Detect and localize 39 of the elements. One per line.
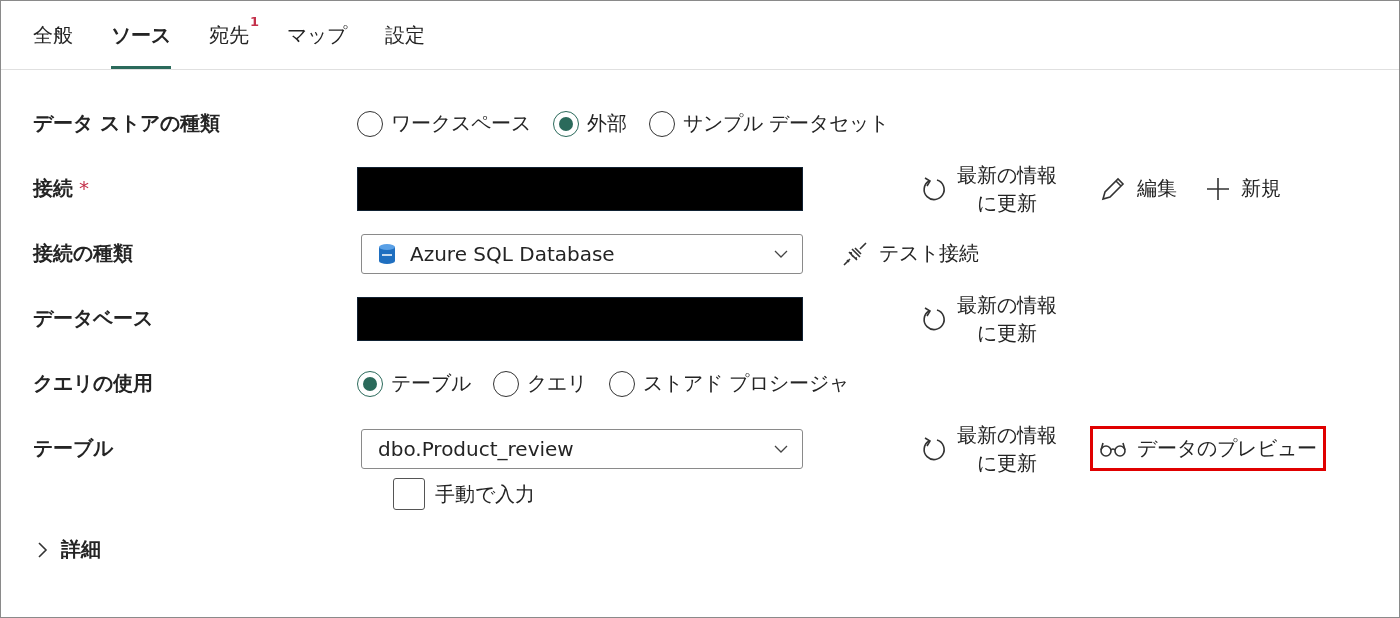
radio-option[interactable]: ワークスペース bbox=[357, 110, 531, 137]
radio-option[interactable]: サンプル データセット bbox=[649, 110, 890, 137]
field-label: データ ストアの種類 bbox=[33, 111, 220, 135]
checkbox[interactable] bbox=[393, 478, 425, 510]
refresh-button[interactable]: 最新の情報に更新 bbox=[915, 286, 1063, 351]
refresh-button[interactable]: 最新の情報に更新 bbox=[915, 416, 1063, 481]
details-expander[interactable]: 詳細 bbox=[35, 536, 101, 563]
field-label: 接続 bbox=[33, 176, 73, 200]
refresh-button[interactable]: 最新の情報に更新 bbox=[915, 156, 1063, 221]
refresh-icon bbox=[921, 174, 947, 203]
field-label: テーブル bbox=[33, 436, 113, 460]
field-label: 接続の種類 bbox=[33, 241, 133, 265]
field-label: データベース bbox=[33, 306, 153, 330]
refresh-icon bbox=[921, 304, 947, 333]
dropdown[interactable]: dbo.Product_review bbox=[361, 428, 803, 469]
tab[interactable]: 設定 bbox=[371, 1, 439, 69]
radio-option[interactable]: 外部 bbox=[553, 110, 627, 137]
plus-icon bbox=[1205, 175, 1231, 202]
tab[interactable]: 全般 bbox=[19, 1, 87, 69]
refresh-icon bbox=[921, 434, 947, 463]
preview-data-button[interactable]: データのプレビュー bbox=[1093, 429, 1323, 468]
tab[interactable]: ソース bbox=[97, 1, 185, 69]
tab[interactable]: マップ bbox=[273, 1, 361, 69]
chevron-down-icon bbox=[774, 249, 788, 258]
test-connection-button[interactable]: テスト接続 bbox=[835, 235, 985, 272]
notification-count: 1 bbox=[249, 14, 259, 29]
radio-option[interactable]: クエリ bbox=[493, 370, 587, 397]
field-label: クエリの使用 bbox=[33, 371, 153, 395]
plug-icon bbox=[841, 239, 869, 268]
dropdown[interactable]: Azure SQL Database bbox=[361, 233, 803, 274]
chevron-down-icon bbox=[774, 444, 788, 453]
edit-button[interactable]: 編集 bbox=[1093, 170, 1183, 207]
checkbox-label: 手動で入力 bbox=[435, 480, 535, 508]
radio-option[interactable]: テーブル bbox=[357, 370, 471, 397]
radio-option[interactable]: ストアド プロシージャ bbox=[609, 370, 850, 397]
required-mark: * bbox=[79, 176, 89, 200]
new-button[interactable]: 新規 bbox=[1199, 171, 1287, 206]
glasses-icon bbox=[1099, 440, 1127, 457]
database-icon bbox=[378, 242, 396, 265]
